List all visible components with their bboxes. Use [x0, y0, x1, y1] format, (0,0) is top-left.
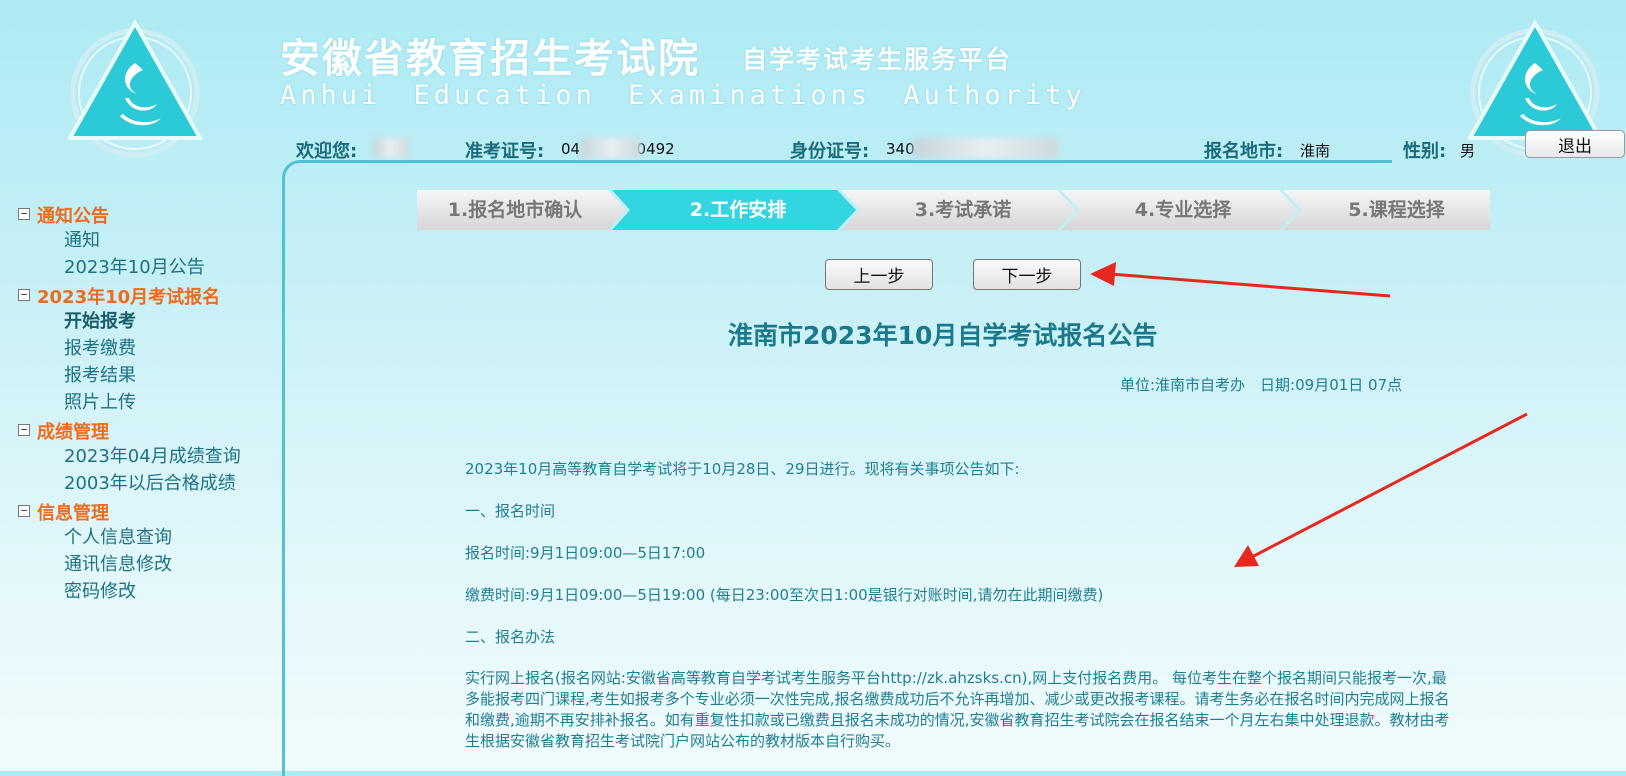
- sidebar-item-score-query[interactable]: 2023年04月成绩查询: [16, 443, 241, 470]
- step-5: 5.课程选择: [1348, 199, 1445, 221]
- registration-time: 报名时间:9月1日09:00—5日17:00: [465, 544, 706, 562]
- prev-step-button[interactable]: 上一步: [825, 259, 933, 290]
- site-title-en: Anhui Education Examinations Authority: [280, 80, 1086, 111]
- sidebar-group-label[interactable]: 成绩管理: [37, 418, 109, 444]
- sidebar-item-oct-notice[interactable]: 2023年10月公告: [16, 254, 241, 281]
- sidebar-item-photo-upload[interactable]: 照片上传: [16, 389, 241, 416]
- redacted-id: [913, 138, 1058, 158]
- section-heading-time: 一、报名时间: [465, 502, 556, 520]
- redacted-exam-no: [581, 138, 641, 158]
- sidebar-group-info[interactable]: − 信息管理: [16, 497, 241, 524]
- frame-corner: [282, 160, 303, 181]
- step-progress: 1.报名地市确认 2.工作安排 3.考试承诺 4.专业选择 5.课程选择: [417, 190, 1490, 230]
- sidebar-group-label[interactable]: 2023年10月考试报名: [37, 283, 220, 309]
- notice-intro: 2023年10月高等教育自学考试将于10月28日、29日进行。现将有关事项公告如…: [465, 460, 1020, 478]
- id-value: 340: [886, 140, 915, 158]
- payment-time: 缴费时间:9月1日09:00—5日19:00 (每日23:00至次日1:00是银…: [465, 586, 1104, 604]
- arrow-line-next: [1109, 272, 1391, 298]
- arrow-head-next: [1090, 262, 1116, 286]
- section-heading-method: 二、报名办法: [465, 628, 556, 646]
- sidebar-item-notice[interactable]: 通知: [16, 227, 241, 254]
- step-3: 3.考试承诺: [914, 199, 1012, 221]
- gender-value: 男: [1460, 142, 1476, 160]
- registration-method-paragraph: 实行网上报名(报名网站:安徽省高等教育自学考试考生服务平台http://zk.a…: [465, 669, 1450, 750]
- logout-button[interactable]: 退出: [1525, 130, 1625, 158]
- sidebar-item-result[interactable]: 报考结果: [16, 362, 241, 389]
- sidebar: − 通知公告 通知 2023年10月公告 − 2023年10月考试报名 开始报考…: [16, 200, 241, 605]
- step-4: 4.专业选择: [1134, 199, 1232, 221]
- sidebar-group-registration[interactable]: − 2023年10月考试报名: [16, 281, 241, 308]
- frame-left-line: [282, 176, 285, 776]
- sidebar-item-password[interactable]: 密码修改: [16, 578, 241, 605]
- site-subtitle: 自学考试考生服务平台: [742, 45, 1013, 74]
- collapse-icon[interactable]: −: [18, 505, 30, 517]
- sidebar-group-scores[interactable]: − 成绩管理: [16, 416, 241, 443]
- redacted-name: [373, 138, 409, 158]
- notice-title: 淮南市2023年10月自学考试报名公告: [728, 321, 1158, 350]
- sidebar-item-start-registration[interactable]: 开始报考: [16, 308, 241, 335]
- sidebar-group-label[interactable]: 通知公告: [37, 202, 109, 228]
- next-step-button[interactable]: 下一步: [973, 259, 1081, 290]
- gender-label: 性别:: [1403, 141, 1447, 162]
- arrow-line-content: [1249, 412, 1528, 560]
- exam-no-value: 04: [561, 140, 581, 158]
- collapse-icon[interactable]: −: [18, 208, 30, 220]
- step-2-active: 2.工作安排: [689, 199, 787, 221]
- step-1: 1.报名地市确认: [447, 199, 583, 221]
- collapse-icon[interactable]: −: [18, 289, 30, 301]
- sidebar-item-qualified-scores[interactable]: 2003年以后合格成绩: [16, 470, 241, 497]
- sidebar-group-notices[interactable]: − 通知公告: [16, 200, 241, 227]
- sidebar-item-contact-edit[interactable]: 通讯信息修改: [16, 551, 241, 578]
- frame-top-line: [298, 160, 1392, 163]
- notice-meta: 单位:淮南市自考办 日期:09月01日 07点: [1120, 376, 1403, 394]
- sidebar-item-payment[interactable]: 报考缴费: [16, 335, 241, 362]
- sidebar-group-label[interactable]: 信息管理: [37, 499, 109, 525]
- region-value: 淮南: [1300, 142, 1331, 160]
- site-title: 安徽省教育招生考试院: [280, 36, 700, 82]
- sidebar-item-personal-info[interactable]: 个人信息查询: [16, 524, 241, 551]
- logo-icon: [66, 18, 204, 158]
- arrow-head-content: [1234, 545, 1259, 567]
- collapse-icon[interactable]: −: [18, 424, 30, 436]
